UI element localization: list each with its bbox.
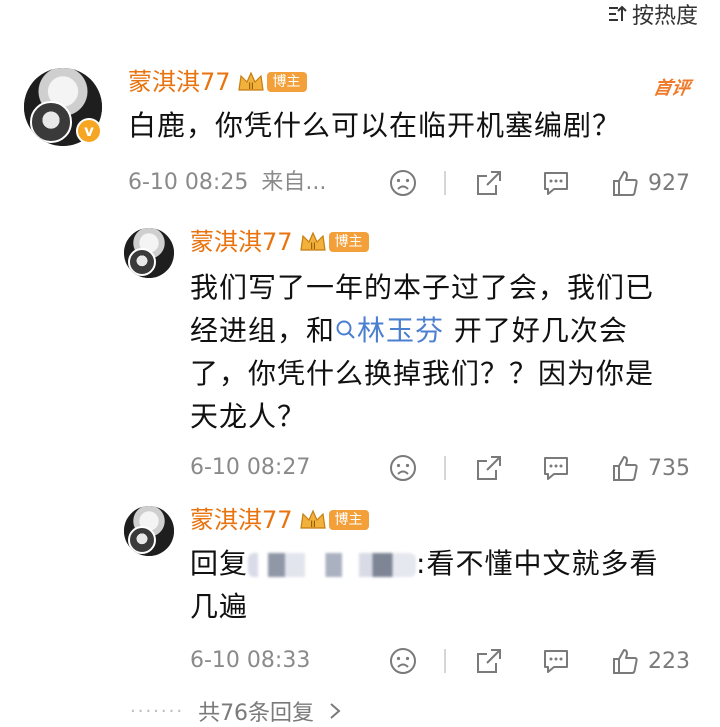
blogger-badge: 博主: [328, 232, 369, 252]
chevron-right-icon: [330, 703, 341, 719]
username[interactable]: 蒙淇淇77 II 博主: [190, 228, 369, 256]
comment-icon: [544, 457, 568, 480]
reply-text: 我们写了一年的本子过了会，我们已经进组，和 林玉芬 开了好几次会了，你凭什么换掉我…: [190, 271, 655, 433]
avatar[interactable]: [124, 506, 174, 556]
share-button[interactable]: [474, 453, 504, 487]
comment-meta: 6-10 08:25 来自...: [128, 168, 326, 198]
blogger-badge: 博主: [266, 72, 307, 92]
comment-source: 来自...: [261, 170, 327, 195]
vip-crown-icon: II: [237, 70, 265, 94]
like-icon: [613, 649, 638, 674]
share-icon: [477, 456, 501, 480]
avatar[interactable]: [124, 228, 174, 278]
like-icon: [613, 171, 638, 196]
comment-button[interactable]: [541, 646, 571, 680]
sort-icon: [608, 5, 627, 21]
vip-crown-icon: II: [299, 230, 327, 254]
dislike-face-icon: [390, 455, 416, 481]
like-button[interactable]: 223: [610, 646, 690, 676]
divider: [444, 649, 446, 673]
like-button[interactable]: 927: [610, 168, 690, 198]
comment-time: 6-10 08:25: [128, 170, 249, 195]
blogger-badge: 博主: [328, 510, 369, 530]
like-count: 735: [648, 455, 690, 481]
verified-v-icon: v: [76, 118, 102, 144]
like-count: 927: [648, 170, 690, 196]
vip-crown-icon: II: [299, 508, 327, 532]
dislike-button[interactable]: [388, 168, 418, 202]
dislike-face-icon: [390, 170, 416, 196]
username[interactable]: 蒙淇淇77 II 博主: [128, 68, 307, 96]
like-icon: [613, 456, 638, 481]
share-icon: [477, 171, 501, 195]
reply-text: 回复:看不懂中文就多看几遍: [190, 547, 659, 623]
comment-time: 6-10 08:27: [190, 455, 311, 480]
share-button[interactable]: [474, 646, 504, 680]
more-dots: ·······: [130, 700, 185, 722]
share-icon: [477, 649, 501, 673]
dislike-face-icon: [390, 648, 416, 674]
username[interactable]: 蒙淇淇77 II 博主: [190, 506, 369, 534]
comment-icon: [544, 650, 568, 673]
more-replies-link[interactable]: ······· 共76条回复: [130, 695, 342, 727]
first-comment-badge: 首评: [651, 78, 692, 99]
like-button[interactable]: 735: [610, 453, 690, 483]
mention-link[interactable]: 林玉芬: [335, 314, 444, 347]
divider: [444, 171, 446, 195]
share-button[interactable]: [474, 168, 504, 202]
comment-button[interactable]: [541, 453, 571, 487]
like-count: 223: [648, 648, 690, 674]
comment-button[interactable]: [541, 168, 571, 202]
dislike-button[interactable]: [388, 646, 418, 680]
svg-text:II: II: [310, 242, 315, 252]
comment-text: 白鹿，你凭什么可以在临开机塞编剧？: [128, 109, 622, 142]
svg-text:II: II: [248, 82, 253, 92]
divider: [444, 456, 446, 480]
more-replies-label: 共76条回复: [198, 701, 315, 726]
sort-label: 按热度: [631, 4, 698, 29]
comment-time: 6-10 08:33: [190, 648, 311, 673]
comment-icon: [544, 172, 568, 195]
sort-toggle[interactable]: 按热度: [606, 0, 698, 29]
blurred-username: [248, 553, 417, 577]
dislike-button[interactable]: [388, 453, 418, 487]
svg-text:II: II: [310, 520, 315, 530]
search-icon: [336, 320, 355, 339]
